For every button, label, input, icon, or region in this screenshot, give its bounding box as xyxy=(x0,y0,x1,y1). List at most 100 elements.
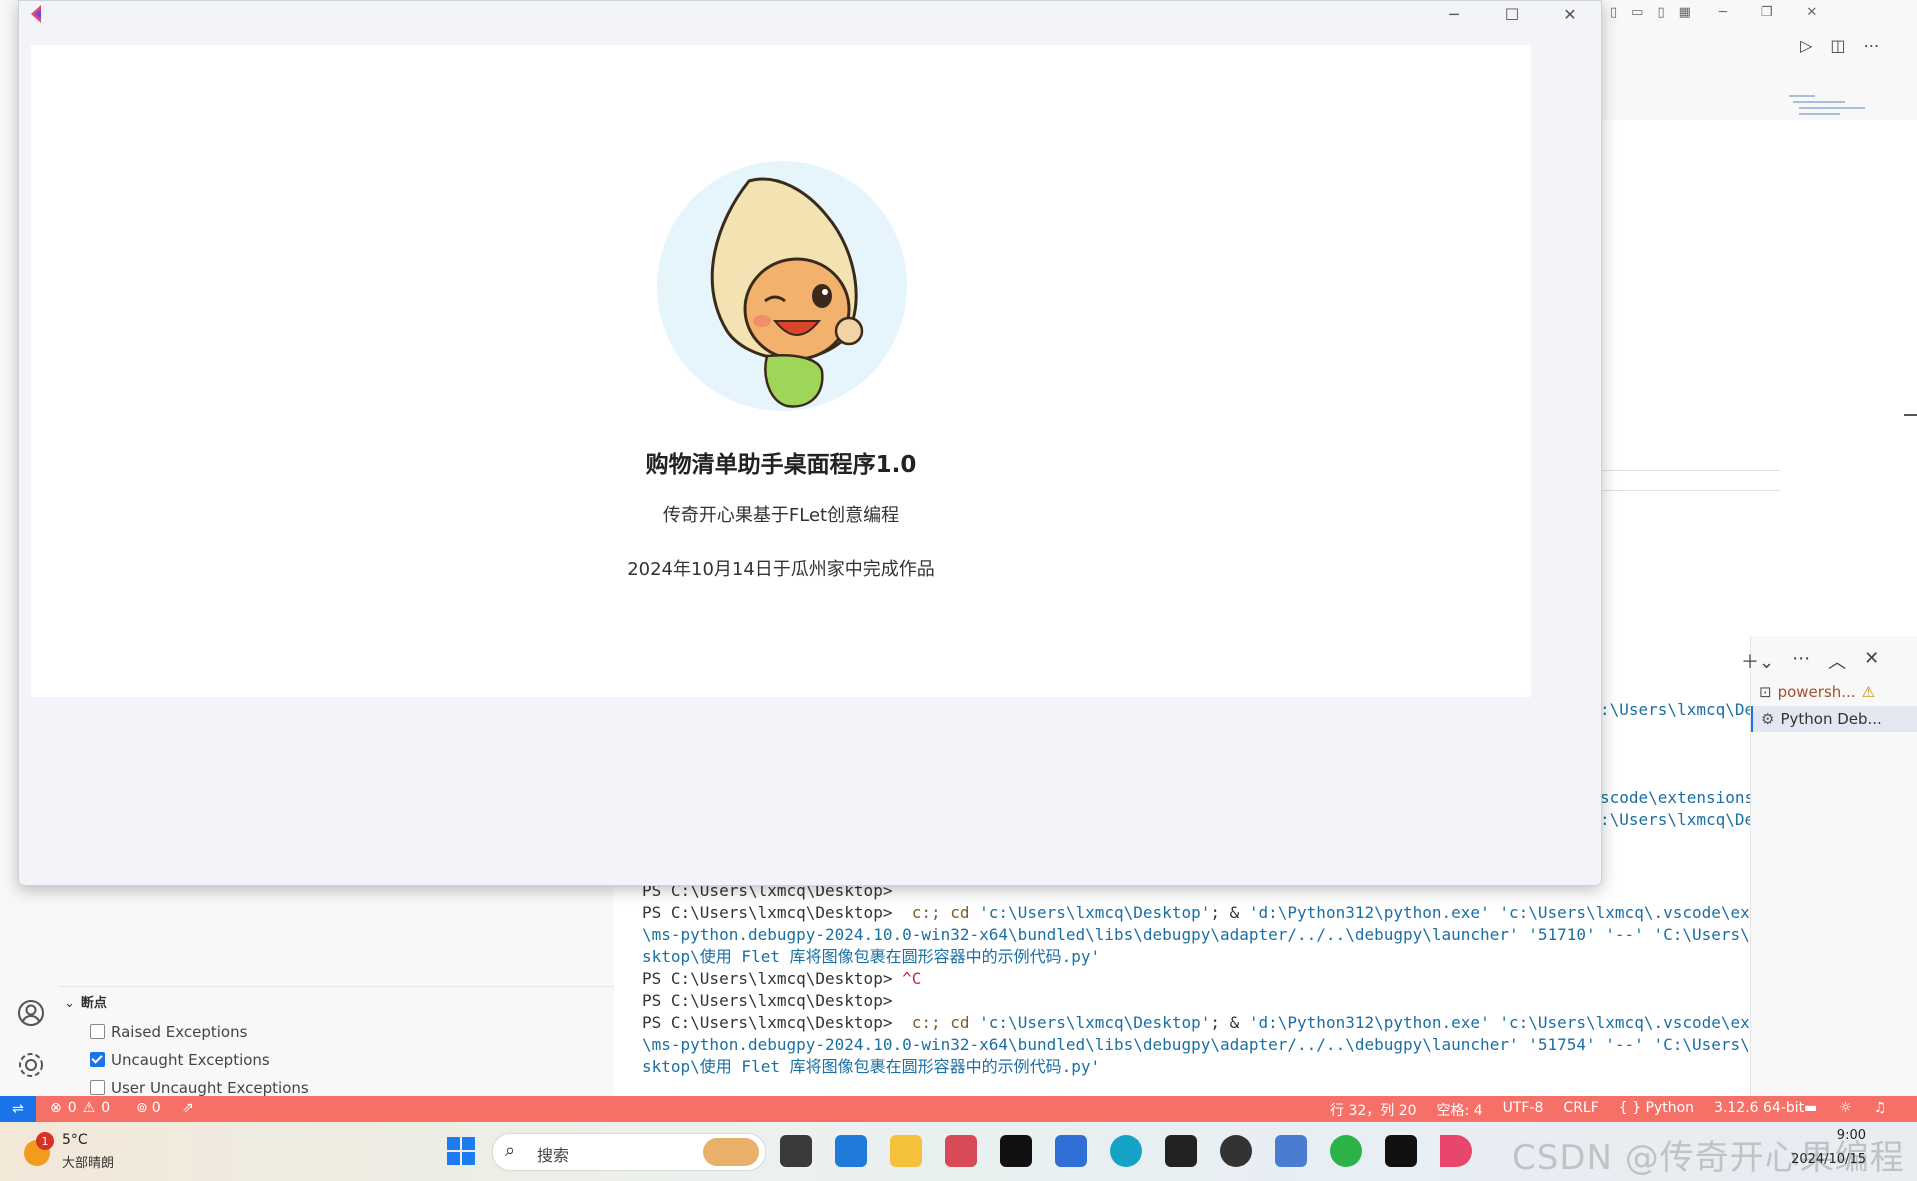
divider xyxy=(58,986,614,987)
add-terminal-icon[interactable]: ＋⌄ xyxy=(1741,648,1774,674)
chevron-up-icon[interactable]: ︿ xyxy=(1828,648,1846,674)
warning-icon: ⚠ xyxy=(82,1100,96,1116)
close-icon[interactable]: ✕ xyxy=(1864,648,1879,674)
edge-icon[interactable] xyxy=(1110,1135,1142,1167)
cursor-position[interactable]: 行 32，列 20 xyxy=(1330,1100,1417,1120)
problems-indicator[interactable]: ⊗ 0 ⚠ 0 xyxy=(50,1100,110,1116)
terminal-line: PS C:\Users\lxmcq\Desktop> ^C xyxy=(642,969,922,988)
checkbox[interactable] xyxy=(90,1080,105,1095)
minimize-icon[interactable]: ─ xyxy=(1719,5,1727,20)
breakpoint-label: User Uncaught Exceptions xyxy=(111,1079,309,1097)
gear-icon[interactable] xyxy=(16,1050,46,1084)
notification-badge: 1 xyxy=(36,1132,54,1150)
terminal-tab-powershell[interactable]: ⊡ powersh... ⚠ xyxy=(1759,680,1909,704)
terminal-fragment: scode\extensions xyxy=(1600,788,1755,807)
status-icons: ▬ ☼ ♫ xyxy=(1804,1100,1886,1116)
maximize-icon: ☐ xyxy=(1504,4,1520,24)
breakpoint-uncaught-exceptions[interactable]: Uncaught Exceptions xyxy=(90,1046,309,1074)
search-box[interactable]: ⌕ 搜索 xyxy=(492,1133,766,1171)
terminal-icon: ⊡ xyxy=(1759,683,1772,701)
terminal-tab-python-debug[interactable]: ⚙ Python Deb... xyxy=(1751,706,1917,732)
copilot-icon[interactable]: ☼ xyxy=(1839,1100,1852,1116)
remote-icon: ⇌ xyxy=(12,1101,24,1117)
weather-temp: 5°C xyxy=(62,1132,88,1148)
editor-area xyxy=(1600,120,1917,636)
breakpoint-label: Uncaught Exceptions xyxy=(111,1051,270,1069)
bell-icon[interactable]: ♫ xyxy=(1874,1100,1887,1116)
app-titlebar[interactable]: ─ ☐ ✕ xyxy=(19,1,1601,31)
terminal-line: PS C:\Users\lxmcq\Desktop> c:; cd 'c:\Us… xyxy=(642,1013,1827,1032)
breakpoints-list: Raised Exceptions Uncaught Exceptions Us… xyxy=(90,1018,309,1102)
clock-date[interactable]: 2024/10/15 xyxy=(1780,1152,1866,1167)
close-button[interactable]: ✕ xyxy=(1545,1,1595,27)
editor-title-area: ▯ ▭ ▯ ▦ ─ ❐ ✕ ▷ ◫ ⋯ xyxy=(1600,0,1917,157)
file-explorer-icon[interactable] xyxy=(890,1135,922,1167)
vscode-taskbar-icon[interactable] xyxy=(835,1135,867,1167)
terminal-line: sktop\使用 Flet 库将图像包裹在圆形容器中的示例代码.py' xyxy=(642,947,1101,966)
toggle-primary-sidebar-icon[interactable]: ▯ xyxy=(1610,5,1617,20)
indentation[interactable]: 空格: 4 xyxy=(1437,1100,1483,1120)
search-icon: ⌕ xyxy=(505,1140,516,1161)
breakpoint-raised-exceptions[interactable]: Raised Exceptions xyxy=(90,1018,309,1046)
restore-icon[interactable]: ❐ xyxy=(1761,5,1773,20)
language-mode[interactable]: { } Python xyxy=(1619,1100,1694,1120)
terminal-line: \ms-python.debugpy-2024.10.0-win32-x64\b… xyxy=(642,925,1827,944)
status-right: 行 32，列 20 空格: 4 UTF-8 CRLF { } Python 3.… xyxy=(1330,1100,1804,1120)
encoding[interactable]: UTF-8 xyxy=(1503,1100,1544,1120)
terminal-line: \ms-python.debugpy-2024.10.0-win32-x64\b… xyxy=(642,1035,1827,1054)
breakpoints-title: 断点 xyxy=(80,996,107,1011)
terminal-tab-label: Python Deb... xyxy=(1780,710,1882,728)
flet-logo-icon xyxy=(29,5,43,23)
more-actions-icon[interactable]: ⋯ xyxy=(1863,36,1879,55)
more-actions-icon[interactable]: ⋯ xyxy=(1792,648,1810,674)
remote-indicator[interactable]: ⇌ xyxy=(0,1096,36,1122)
terminal-tab-label: powersh... xyxy=(1777,683,1856,701)
task-view-icon[interactable] xyxy=(780,1135,812,1167)
checkbox-checked[interactable] xyxy=(90,1052,105,1067)
terminal-line: PS C:\Users\lxmcq\Desktop> c:; cd 'c:\Us… xyxy=(642,903,1827,922)
close-icon[interactable]: ✕ xyxy=(1806,5,1817,20)
start-button[interactable] xyxy=(446,1136,476,1166)
debug-launch-icon[interactable]: ⇗ xyxy=(182,1100,194,1116)
snipping-tool-icon[interactable] xyxy=(945,1135,977,1167)
run-icon[interactable]: ▷ xyxy=(1800,36,1812,55)
customize-layout-icon[interactable]: ▦ xyxy=(1679,5,1691,20)
weather-widget[interactable]: 1 xyxy=(22,1132,56,1168)
status-bar: ⇌ ⊗ 0 ⚠ 0 ⊚ 0 ⇗ 行 32，列 20 空格: 4 UTF-8 CRLF … xyxy=(0,1096,1917,1122)
terminal-actions: ＋⌄ ⋯ ︿ ✕ xyxy=(1741,648,1879,674)
layout-icon[interactable]: ▬ xyxy=(1804,1100,1817,1116)
divider xyxy=(1600,490,1780,491)
app-heading: 购物清单助手桌面程序1.0 xyxy=(645,452,917,478)
toggle-panel-icon[interactable]: ▭ xyxy=(1631,5,1643,20)
clock-time[interactable]: 9:00 xyxy=(1786,1128,1866,1143)
flet-app-window: ─ ☐ ✕ 购物清单助手桌面程序1.0 传奇开心果基于FLet创意编程 2024… xyxy=(18,0,1602,886)
ports-count: 0 xyxy=(151,1100,161,1116)
line-ending[interactable]: CRLF xyxy=(1563,1100,1598,1120)
minimize-button[interactable]: ─ xyxy=(1429,1,1479,27)
app-date-line: 2024年10月14日于瓜州家中完成作品 xyxy=(627,559,935,580)
checkbox[interactable] xyxy=(90,1024,105,1039)
terminal-taskbar-icon[interactable] xyxy=(1165,1135,1197,1167)
wechat-icon[interactable] xyxy=(1330,1135,1362,1167)
maximize-button[interactable]: ☐ xyxy=(1487,1,1537,27)
mascot-avatar-image xyxy=(657,161,907,411)
search-placeholder: 搜索 xyxy=(537,1146,570,1165)
broadcast-icon: ⊚ xyxy=(136,1100,148,1116)
capcut-icon[interactable] xyxy=(1385,1135,1417,1167)
breakpoints-header[interactable]: ⌄ 断点 xyxy=(64,992,107,1011)
weather-desc: 大部晴朗 xyxy=(62,1156,115,1171)
python-interpreter[interactable]: 3.12.6 64-bit xyxy=(1714,1100,1804,1120)
toggle-secondary-sidebar-icon[interactable]: ▯ xyxy=(1657,5,1664,20)
terminal-fragment: :\Users\lxmcq\De xyxy=(1600,810,1755,829)
close-icon: ✕ xyxy=(1563,4,1577,24)
split-editor-icon[interactable]: ◫ xyxy=(1830,36,1845,55)
terminal-line: PS C:\Users\lxmcq\Desktop> xyxy=(642,991,893,1010)
flet-app-icon[interactable] xyxy=(1440,1135,1472,1167)
app-icon[interactable] xyxy=(1220,1135,1252,1167)
accounts-icon[interactable] xyxy=(16,998,46,1032)
notepad-icon[interactable] xyxy=(1055,1135,1087,1167)
capcut-icon[interactable] xyxy=(1000,1135,1032,1167)
warning-count: 0 xyxy=(101,1100,111,1116)
ports-indicator[interactable]: ⊚ 0 xyxy=(136,1100,161,1116)
remote-desktop-icon[interactable] xyxy=(1275,1135,1307,1167)
